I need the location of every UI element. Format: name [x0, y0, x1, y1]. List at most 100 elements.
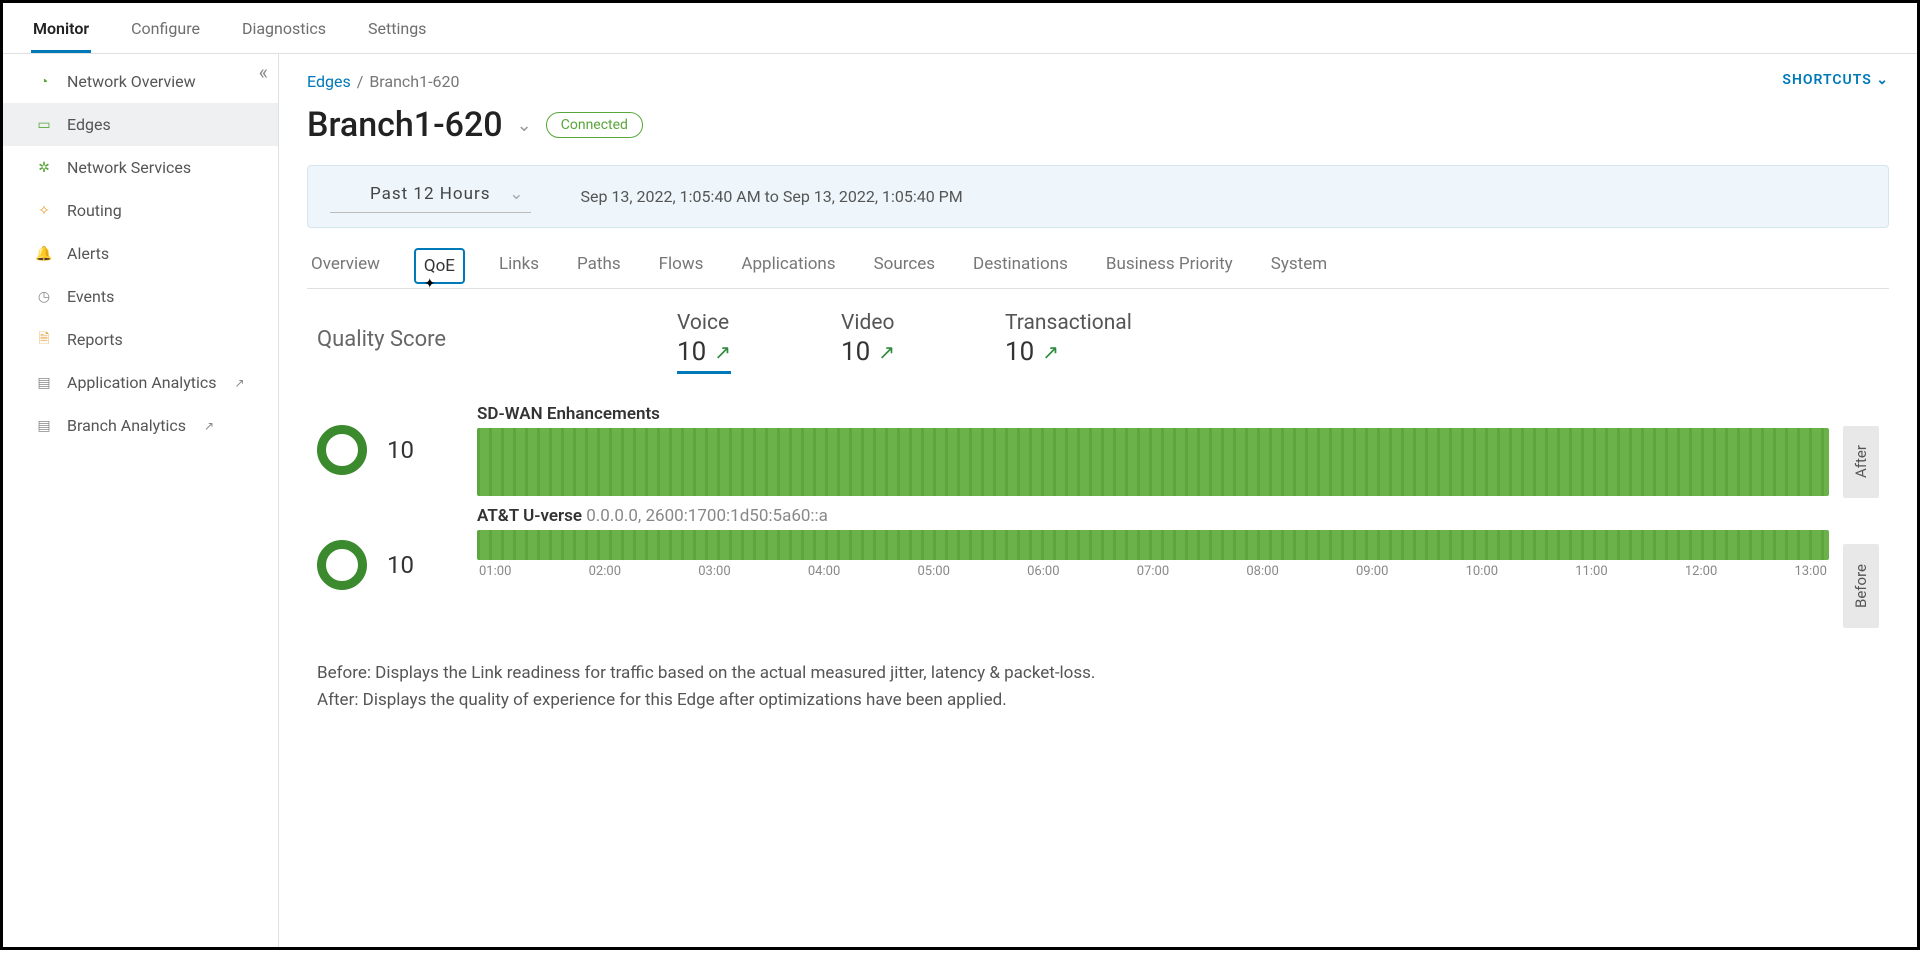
- time-range-text: Sep 13, 2022, 1:05:40 AM to Sep 13, 2022…: [581, 187, 963, 206]
- axis-tick: 02:00: [589, 564, 621, 579]
- chart-title: SD-WAN Enhancements: [477, 404, 1829, 424]
- qoe-charts: After Before 10 SD-WAN Enhancements: [307, 404, 1889, 590]
- sidebar-item-label: Application Analytics: [67, 373, 217, 392]
- sidebar-item-label: Alerts: [67, 244, 109, 263]
- document-icon: 🗎: [35, 331, 53, 349]
- axis-tick: 06:00: [1027, 564, 1059, 579]
- breadcrumb-root-link[interactable]: Edges: [307, 72, 351, 91]
- chevron-down-icon: ⌄: [1876, 72, 1889, 88]
- axis-tick: 08:00: [1246, 564, 1278, 579]
- external-link-icon: ↗: [235, 376, 245, 390]
- subtab-business-priority[interactable]: Business Priority: [1102, 242, 1237, 288]
- time-axis: 01:00 02:00 03:00 04:00 05:00 06:00 07:0…: [477, 564, 1829, 579]
- subtab-applications[interactable]: Applications: [737, 242, 839, 288]
- score-transactional[interactable]: Transactional 10 ↗: [1005, 311, 1132, 374]
- title-dropdown-icon[interactable]: ⌄: [517, 115, 532, 136]
- sidebar: « ◔ Network Overview ▭ Edges ✲ Network S…: [3, 54, 279, 950]
- tab-diagnostics[interactable]: Diagnostics: [240, 13, 328, 53]
- collapse-sidebar-icon[interactable]: «: [259, 60, 268, 84]
- device-icon: ▭: [35, 116, 53, 134]
- cursor-icon: ✦: [424, 276, 436, 292]
- ring-score-value: 10: [387, 436, 414, 464]
- qoe-timeline-bar[interactable]: [477, 530, 1829, 560]
- breadcrumb-sep: /: [357, 72, 364, 91]
- axis-tick: 03:00: [698, 564, 730, 579]
- chart-title: AT&T U-verse 0.0.0.0, 2600:1700:1d50:5a6…: [477, 506, 1829, 526]
- axis-tick: 09:00: [1356, 564, 1388, 579]
- after-label: After: [1843, 426, 1879, 498]
- sidebar-item-label: Reports: [67, 330, 123, 349]
- sidebar-item-label: Network Overview: [67, 72, 196, 91]
- before-label: Before: [1843, 544, 1879, 628]
- sidebar-item-label: Events: [67, 287, 114, 306]
- qoe-timeline-bar[interactable]: [477, 428, 1829, 496]
- chart-row-sdwan: 10 SD-WAN Enhancements: [317, 404, 1829, 496]
- sidebar-item-edges[interactable]: ▭ Edges: [3, 103, 278, 146]
- chart-row-att: 10 AT&T U-verse 0.0.0.0, 2600:1700:1d50:…: [317, 506, 1829, 590]
- bell-icon: 🔔: [35, 245, 53, 263]
- sidebar-item-network-overview[interactable]: ◔ Network Overview: [3, 60, 278, 103]
- score-ring-icon: [317, 540, 367, 590]
- shortcuts-dropdown[interactable]: SHORTCUTS ⌄: [1782, 72, 1889, 88]
- subtab-links[interactable]: Links: [495, 242, 543, 288]
- page-title: Branch1-620: [307, 105, 503, 145]
- sidebar-item-routing[interactable]: ✧ Routing: [3, 189, 278, 232]
- sidebar-item-label: Network Services: [67, 158, 191, 177]
- external-link-icon: ↗: [204, 419, 214, 433]
- breadcrumb: Edges / Branch1-620: [307, 72, 1782, 91]
- sidebar-item-label: Branch Analytics: [67, 416, 186, 435]
- axis-tick: 05:00: [918, 564, 950, 579]
- subtab-system[interactable]: System: [1267, 242, 1331, 288]
- axis-tick: 11:00: [1575, 564, 1607, 579]
- axis-tick: 12:00: [1685, 564, 1717, 579]
- subtab-qoe[interactable]: QoE ✦: [414, 248, 465, 284]
- score-name: Video: [841, 311, 895, 335]
- trend-up-icon: ↗: [1042, 340, 1059, 364]
- tab-configure[interactable]: Configure: [129, 13, 202, 53]
- subtab-destinations[interactable]: Destinations: [969, 242, 1072, 288]
- axis-tick: 13:00: [1795, 564, 1827, 579]
- explanation-notes: Before: Displays the Link readiness for …: [307, 660, 1889, 714]
- sub-tabs: Overview QoE ✦ Links Paths Flows Applica…: [307, 242, 1889, 289]
- breadcrumb-current: Branch1-620: [369, 72, 459, 91]
- subtab-flows[interactable]: Flows: [655, 242, 708, 288]
- analytics-icon: ▤: [35, 374, 53, 392]
- sidebar-item-label: Routing: [67, 201, 122, 220]
- sidebar-item-network-services[interactable]: ✲ Network Services: [3, 146, 278, 189]
- shortcuts-label: SHORTCUTS: [1782, 72, 1871, 88]
- score-voice[interactable]: Voice 10 ↗: [677, 311, 731, 374]
- score-video[interactable]: Video 10 ↗: [841, 311, 895, 374]
- clock-icon: ◷: [35, 288, 53, 306]
- tab-monitor[interactable]: Monitor: [31, 13, 91, 53]
- score-value: 10: [841, 337, 870, 367]
- score-name: Voice: [677, 311, 731, 335]
- services-icon: ✲: [35, 159, 53, 177]
- score-name: Transactional: [1005, 311, 1132, 335]
- axis-tick: 07:00: [1137, 564, 1169, 579]
- top-nav-tabs: Monitor Configure Diagnostics Settings: [3, 3, 1917, 54]
- sidebar-item-label: Edges: [67, 115, 111, 134]
- note-after: After: Displays the quality of experienc…: [317, 687, 1889, 714]
- subtab-label: QoE: [424, 256, 455, 276]
- trend-up-icon: ↗: [878, 340, 895, 364]
- sidebar-item-reports[interactable]: 🗎 Reports: [3, 318, 278, 361]
- subtab-overview[interactable]: Overview: [307, 242, 384, 288]
- sidebar-item-events[interactable]: ◷ Events: [3, 275, 278, 318]
- axis-tick: 01:00: [479, 564, 511, 579]
- note-before: Before: Displays the Link readiness for …: [317, 660, 1889, 687]
- sidebar-item-application-analytics[interactable]: ▤ Application Analytics ↗: [3, 361, 278, 404]
- chart-subtitle: 0.0.0.0, 2600:1700:1d50:5a60::a: [586, 506, 828, 526]
- axis-tick: 10:00: [1466, 564, 1498, 579]
- score-value: 10: [677, 337, 706, 367]
- branch-icon: ▤: [35, 417, 53, 435]
- ring-score-value: 10: [387, 551, 414, 579]
- sidebar-item-branch-analytics[interactable]: ▤ Branch Analytics ↗: [3, 404, 278, 447]
- quality-scores-row: Quality Score Voice 10 ↗ Video 10 ↗: [317, 311, 1889, 374]
- score-value: 10: [1005, 337, 1034, 367]
- axis-tick: 04:00: [808, 564, 840, 579]
- subtab-sources[interactable]: Sources: [870, 242, 939, 288]
- tab-settings[interactable]: Settings: [366, 13, 428, 53]
- subtab-paths[interactable]: Paths: [573, 242, 625, 288]
- sidebar-item-alerts[interactable]: 🔔 Alerts: [3, 232, 278, 275]
- time-range-selector[interactable]: Past 12 Hours: [330, 180, 531, 213]
